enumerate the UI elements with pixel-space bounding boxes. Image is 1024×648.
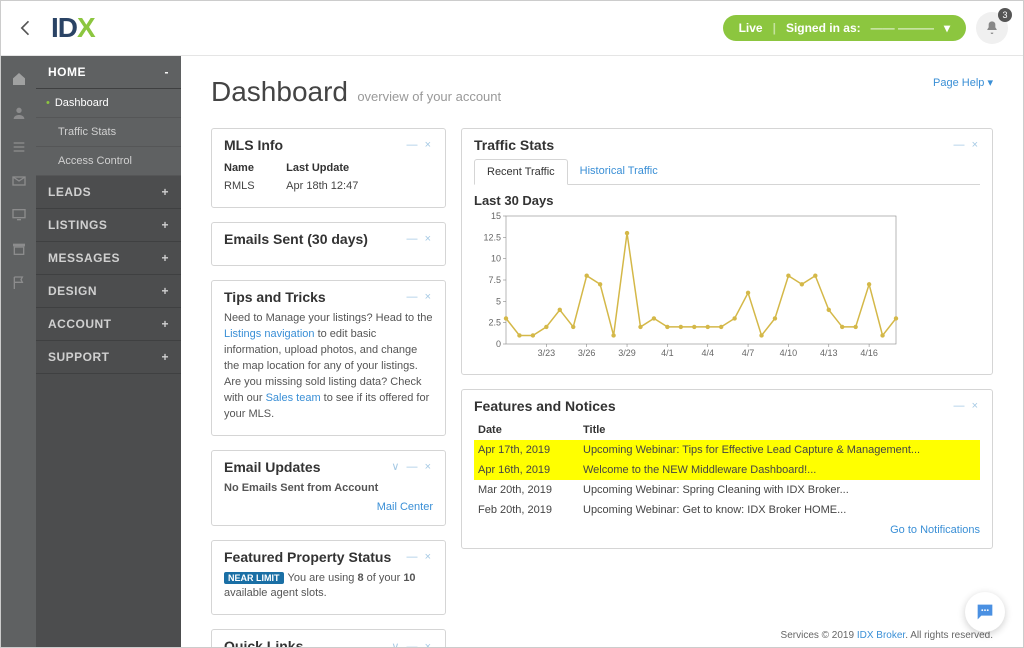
panel-controls[interactable]: ∨ — × — [391, 640, 433, 647]
svg-text:12.5: 12.5 — [483, 232, 501, 242]
page-subtitle: overview of your account — [357, 89, 501, 104]
live-status: Live — [739, 21, 763, 35]
panel-traffic-stats: Traffic Stats— × Recent Traffic Historic… — [461, 128, 993, 375]
panel-controls[interactable]: — × — [407, 291, 433, 303]
svg-text:4/7: 4/7 — [742, 348, 755, 358]
svg-text:3/23: 3/23 — [538, 348, 556, 358]
idx-broker-link[interactable]: IDX Broker — [857, 630, 905, 641]
footer: Services © 2019 IDX Broker. All rights r… — [781, 630, 993, 641]
near-limit-badge: NEAR LIMIT — [224, 572, 284, 584]
tab-recent-traffic[interactable]: Recent Traffic — [474, 159, 568, 185]
chat-fab[interactable] — [965, 592, 1005, 632]
bell-icon — [984, 20, 1000, 36]
svg-text:0: 0 — [496, 339, 501, 349]
sidebar-group-leads[interactable]: LEADS+ — [36, 176, 181, 209]
traffic-chart: 0 2.5 5 7.5 10 12.5 15 3/23 3/26 3/29 4/1 4/4 4/7 4/1… — [474, 212, 904, 362]
logo: IDX — [51, 12, 95, 44]
panel-features-notices: Features and Notices— × DateTitle Apr 17… — [461, 389, 993, 549]
svg-text:5: 5 — [496, 296, 501, 306]
notif-badge: 3 — [998, 8, 1012, 22]
user-icon[interactable] — [11, 105, 27, 121]
svg-text:3/29: 3/29 — [618, 348, 636, 358]
svg-text:4/1: 4/1 — [661, 348, 674, 358]
listings-nav-link[interactable]: Listings navigation — [224, 328, 315, 340]
sales-team-link[interactable]: Sales team — [266, 392, 321, 404]
panel-controls[interactable]: — × — [407, 233, 433, 245]
sidebar: HOME- Dashboard Traffic Stats Access Con… — [36, 56, 181, 647]
sidebar-group-support[interactable]: SUPPORT+ — [36, 341, 181, 374]
sidebar-group-home[interactable]: HOME- — [36, 56, 181, 89]
svg-text:4/13: 4/13 — [820, 348, 838, 358]
sidebar-group-design[interactable]: DESIGN+ — [36, 275, 181, 308]
panel-featured: Featured Property Status— × NEAR LIMITYo… — [211, 540, 446, 616]
archive-icon[interactable] — [11, 241, 27, 257]
chart-title: Last 30 Days — [474, 193, 980, 208]
home-icon[interactable] — [11, 71, 27, 87]
svg-text:4/16: 4/16 — [860, 348, 878, 358]
svg-text:2.5: 2.5 — [488, 318, 501, 328]
user-display: —— ——— — [871, 21, 934, 35]
signed-in-label: Signed in as: — [786, 21, 861, 35]
svg-text:3/26: 3/26 — [578, 348, 596, 358]
panel-controls[interactable]: — × — [954, 400, 980, 412]
notice-row[interactable]: Apr 16th, 2019Welcome to the NEW Middlew… — [474, 460, 980, 480]
go-to-notifications-link[interactable]: Go to Notifications — [474, 524, 980, 536]
svg-text:4/10: 4/10 — [780, 348, 798, 358]
sidebar-item-dashboard[interactable]: Dashboard — [36, 89, 181, 118]
panel-tips: Tips and Tricks— × Need to Manage your l… — [211, 280, 446, 436]
icon-rail — [1, 56, 36, 647]
monitor-icon[interactable] — [11, 207, 27, 223]
sidebar-group-listings[interactable]: LISTINGS+ — [36, 209, 181, 242]
chat-icon — [974, 601, 996, 623]
panel-controls[interactable]: ∨ — × — [391, 460, 433, 473]
header: IDX Live | Signed in as: —— ——— ▾ 3 — [1, 1, 1023, 56]
svg-text:4/4: 4/4 — [701, 348, 714, 358]
tips-body: Need to Manage your listings? Head to th… — [224, 311, 433, 423]
sidebar-group-messages[interactable]: MESSAGES+ — [36, 242, 181, 275]
panel-email-updates: Email Updates∨ — × No Emails Sent from A… — [211, 450, 446, 526]
svg-text:7.5: 7.5 — [488, 275, 501, 285]
caret-down-icon: ▾ — [944, 21, 950, 35]
panel-controls[interactable]: — × — [407, 139, 433, 151]
back-arrow-icon[interactable] — [16, 18, 36, 38]
main-content: Page Help ▾ Dashboard overview of your a… — [181, 56, 1023, 647]
panel-title: MLS Info — [224, 137, 283, 153]
mail-icon[interactable] — [11, 173, 27, 189]
panel-controls[interactable]: — × — [407, 551, 433, 563]
page-help-link[interactable]: Page Help ▾ — [933, 76, 993, 89]
panel-mls-info: MLS Info— × NameLast Update RMLSApr 18th… — [211, 128, 446, 208]
caret-down-icon: ▾ — [987, 77, 993, 89]
notice-row[interactable]: Apr 17th, 2019Upcoming Webinar: Tips for… — [474, 440, 980, 460]
svg-text:10: 10 — [491, 254, 501, 264]
account-status-pill[interactable]: Live | Signed in as: —— ——— ▾ — [723, 15, 966, 41]
sidebar-group-account[interactable]: ACCOUNT+ — [36, 308, 181, 341]
mail-center-link[interactable]: Mail Center — [224, 501, 433, 513]
page-title: Dashboard — [211, 76, 348, 107]
svg-text:15: 15 — [491, 212, 501, 221]
tab-historical-traffic[interactable]: Historical Traffic — [568, 159, 670, 184]
panel-quick-links: Quick Links∨ — × — [211, 629, 446, 647]
sidebar-item-traffic-stats[interactable]: Traffic Stats — [36, 118, 181, 147]
notifications-button[interactable]: 3 — [976, 12, 1008, 44]
notice-row[interactable]: Mar 20th, 2019Upcoming Webinar: Spring C… — [474, 480, 980, 500]
list-icon[interactable] — [11, 139, 27, 155]
panel-emails-sent: Emails Sent (30 days)— × — [211, 222, 446, 266]
panel-controls[interactable]: — × — [954, 139, 980, 151]
notice-row[interactable]: Feb 20th, 2019Upcoming Webinar: Get to k… — [474, 500, 980, 520]
sidebar-item-access-control[interactable]: Access Control — [36, 147, 181, 176]
flag-icon[interactable] — [11, 275, 27, 291]
